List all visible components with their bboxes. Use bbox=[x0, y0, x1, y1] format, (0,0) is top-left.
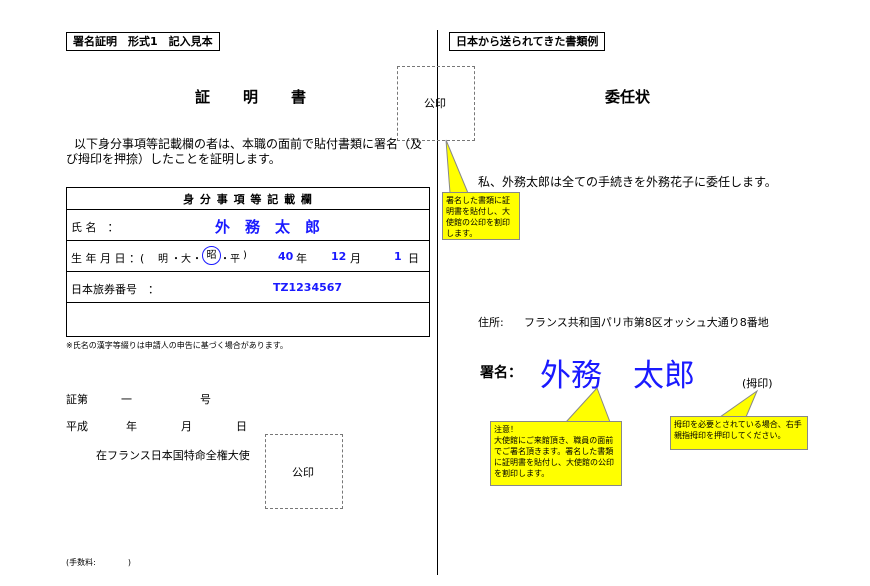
callout-tails bbox=[445, 139, 759, 423]
thumbprint-callout: 拇印を必要とされている場合、右手親指拇印を押印してください。 bbox=[670, 416, 808, 450]
seal-callout-tail bbox=[445, 139, 469, 194]
seal-callout: 署名した書類に証明書を貼付し、大使館の公印を割印します。 bbox=[442, 192, 520, 240]
caution-callout: 注意！ 大使館にご来館頂き、職員の面前でご署名頂きます。署名した書類に証明書を貼… bbox=[490, 421, 622, 486]
thumbprint-callout-tail bbox=[718, 389, 759, 418]
caution-callout-tail bbox=[564, 387, 611, 423]
